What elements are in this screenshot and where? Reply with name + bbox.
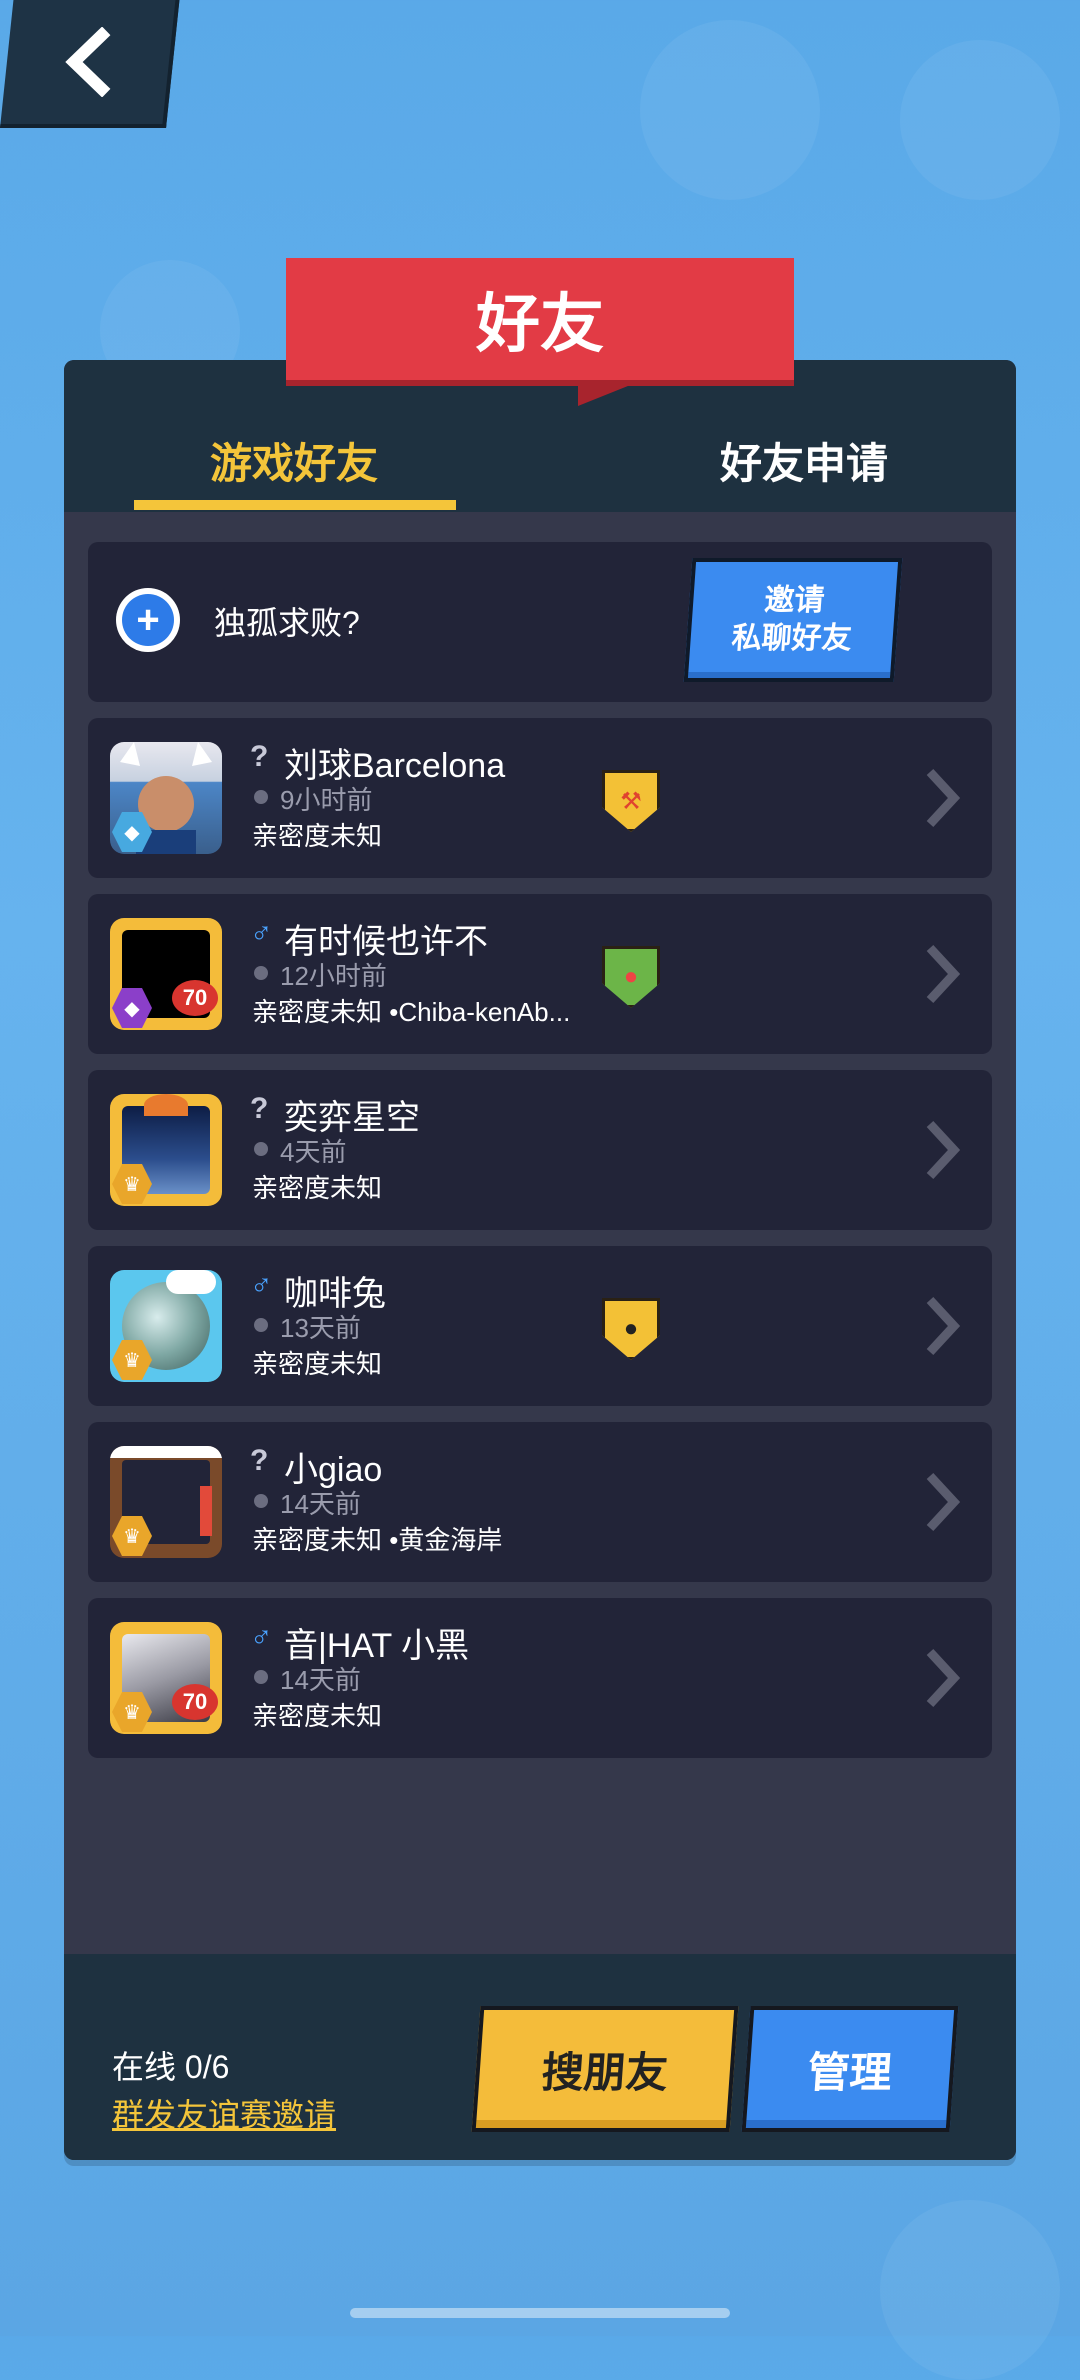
gender-unknown-icon: ? xyxy=(250,740,269,773)
chevron-left-icon xyxy=(65,27,111,97)
gender-unknown-icon: ? xyxy=(250,1092,269,1125)
friend-row[interactable]: 70 ◆ ♂ 有时候也许不 12小时前 亲密度未知 •Chiba-kenAb..… xyxy=(88,894,992,1054)
last-online: 12小时前 xyxy=(280,961,387,991)
sheep-shield-icon: ● xyxy=(602,1298,660,1360)
gender-male-icon: ♂ xyxy=(250,1620,273,1653)
tab-game-friends[interactable]: 游戏好友 xyxy=(134,420,454,500)
chevron-right-icon xyxy=(926,1648,961,1708)
last-online: 9小时前 xyxy=(280,785,373,815)
gender-male-icon: ♂ xyxy=(250,1268,273,1301)
page-title: 好友 xyxy=(286,258,794,386)
banner-tail xyxy=(578,382,638,406)
last-online: 13天前 xyxy=(280,1313,361,1343)
intimacy-text: 亲密度未知 •黄金海岸 xyxy=(252,1525,503,1555)
offline-dot xyxy=(254,1142,268,1156)
chevron-right-icon xyxy=(926,768,961,828)
back-button[interactable] xyxy=(0,0,180,128)
manage-label: 管理 xyxy=(806,2048,894,2096)
friend-row[interactable]: ◆ ? 刘球Barcelona 9小时前 亲密度未知 ⚒ xyxy=(88,718,992,878)
tab-friend-requests[interactable]: 好友申请 xyxy=(644,420,964,500)
offline-dot xyxy=(254,1670,268,1684)
add-friend-button[interactable]: + xyxy=(116,588,180,652)
invite-private-chat-button[interactable]: 邀请 私聊好友 xyxy=(683,558,903,682)
search-friends-button[interactable]: 搜朋友 xyxy=(471,2006,739,2132)
invite-button-line1: 邀请 xyxy=(763,584,826,617)
last-online: 14天前 xyxy=(280,1489,361,1519)
manage-button[interactable]: 管理 xyxy=(741,2006,959,2132)
chevron-right-icon xyxy=(926,1296,961,1356)
plus-icon: + xyxy=(122,594,174,646)
intimacy-text: 亲密度未知 •Chiba-kenAb... xyxy=(252,997,571,1027)
friend-row[interactable]: 70 ♛ ♂ 音|HAT 小黑 14天前 亲密度未知 xyxy=(88,1598,992,1758)
active-tab-indicator xyxy=(134,500,456,510)
chevron-right-icon xyxy=(926,1120,961,1180)
offline-dot xyxy=(254,1494,268,1508)
intimacy-text: 亲密度未知 xyxy=(252,821,383,851)
hammer-shield-icon: ⚒ xyxy=(602,770,660,832)
last-online: 4天前 xyxy=(280,1137,347,1167)
invite-prompt: 独孤求败? xyxy=(214,605,360,641)
friends-panel: 游戏好友 好友申请 + 独孤求败? 邀请 私聊好友 ◆ ? 刘球Barcelon… xyxy=(64,360,1016,2160)
invite-button-line2: 私聊好友 xyxy=(730,622,853,655)
offline-dot xyxy=(254,1318,268,1332)
gender-male-icon: ♂ xyxy=(250,916,273,949)
invite-row: + 独孤求败? 邀请 私聊好友 xyxy=(88,542,992,702)
offline-dot xyxy=(254,966,268,980)
friend-row[interactable]: ♛ ? 奕弈星空 4天前 亲密度未知 xyxy=(88,1070,992,1230)
offline-dot xyxy=(254,790,268,804)
search-friends-label: 搜朋友 xyxy=(540,2048,670,2096)
ladybug-shield-icon: ● xyxy=(602,946,660,1008)
intimacy-text: 亲密度未知 xyxy=(252,1173,383,1203)
panel-footer: 在线 0/6 群发友谊赛邀请 搜朋友 管理 xyxy=(64,1954,1016,2160)
gender-unknown-icon: ? xyxy=(250,1444,269,1477)
last-online: 14天前 xyxy=(280,1665,361,1695)
intimacy-text: 亲密度未知 xyxy=(252,1701,383,1731)
group-friendly-match-invite-link[interactable]: 群发友谊赛邀请 xyxy=(112,2090,336,2136)
home-indicator[interactable] xyxy=(350,2308,730,2318)
friend-row[interactable]: ♛ ♂ 咖啡兔 13天前 亲密度未知 ● xyxy=(88,1246,992,1406)
friend-row[interactable]: ♛ ? 小giao 14天前 亲密度未知 •黄金海岸 xyxy=(88,1422,992,1582)
chevron-right-icon xyxy=(926,944,961,1004)
chevron-right-icon xyxy=(926,1472,961,1532)
intimacy-text: 亲密度未知 xyxy=(252,1349,383,1379)
online-count: 在线 0/6 xyxy=(112,2049,230,2085)
